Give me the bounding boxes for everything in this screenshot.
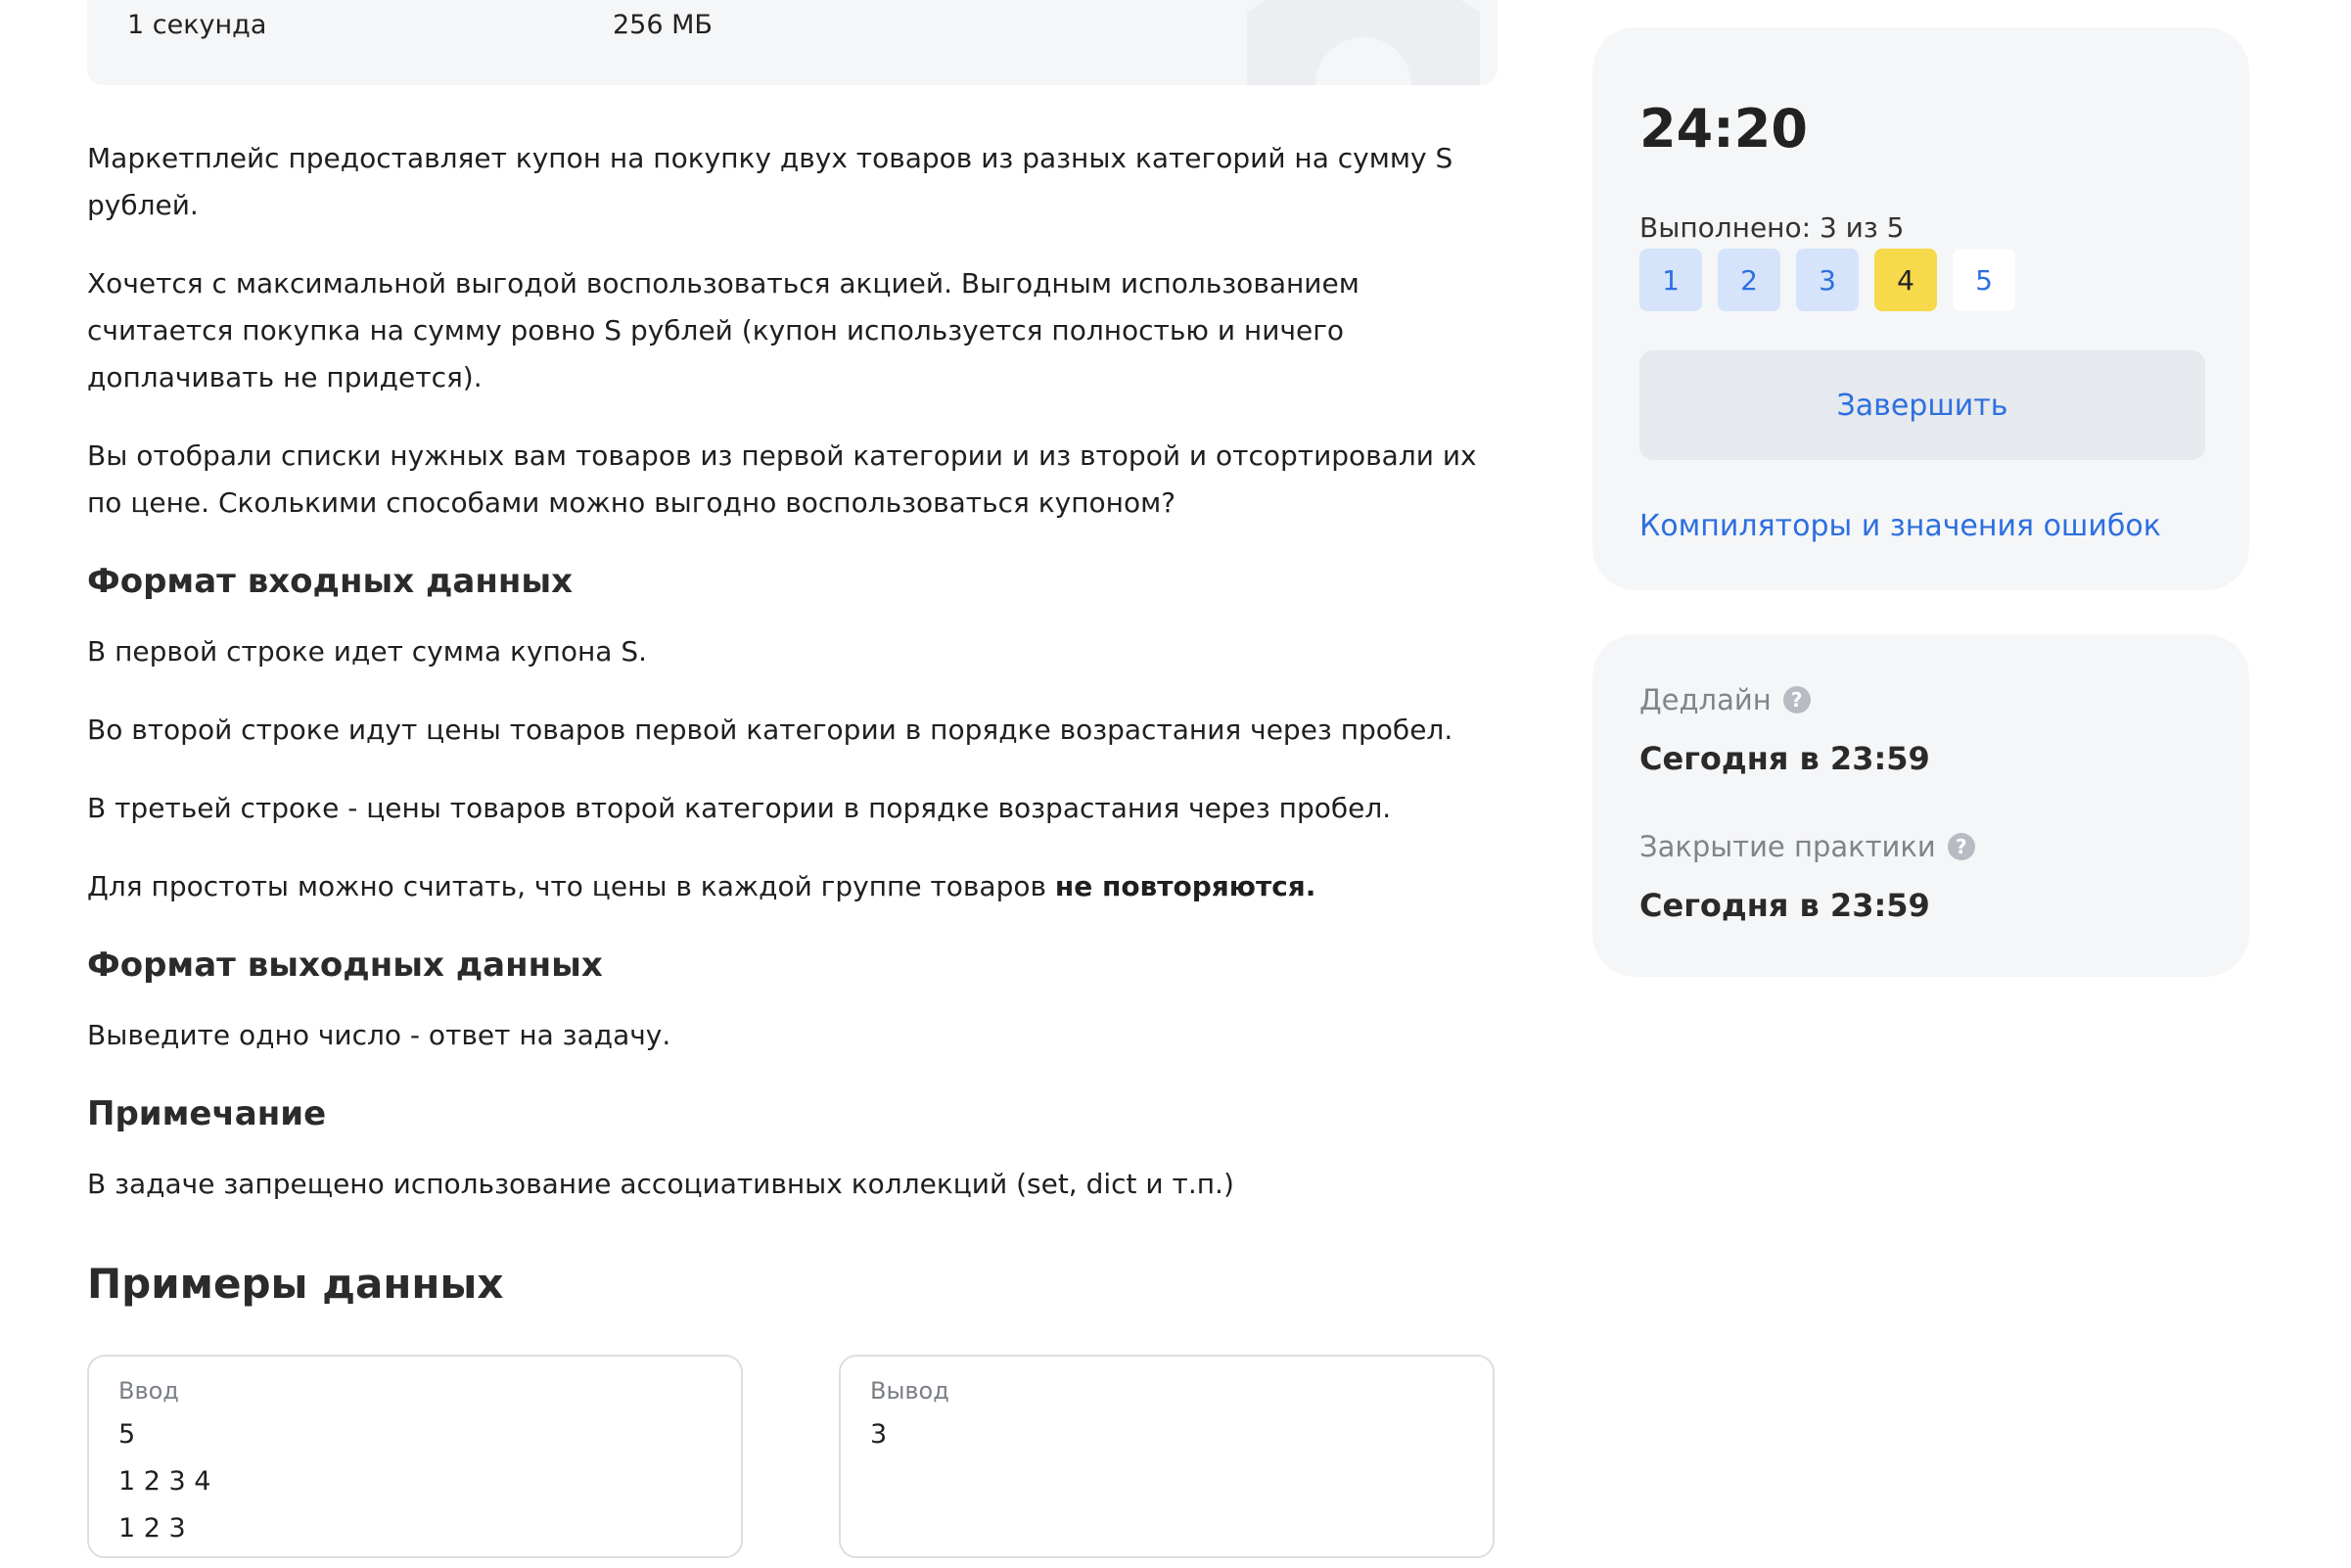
example-input-line: 5 <box>118 1419 136 1450</box>
input-format-line-4-text: Для простоты можно считать, что цены в к… <box>87 870 1055 902</box>
finish-button[interactable]: Завершить <box>1639 350 2205 460</box>
example-input-label: Ввод <box>118 1377 179 1405</box>
input-format-line-4: Для простоты можно считать, что цены в к… <box>87 863 1501 910</box>
input-format-line-1: В первой строке идет сумма купона S. <box>87 635 648 668</box>
examples-row: Ввод 5 1 2 3 4 1 2 3 Вывод 3 <box>87 1355 1501 1558</box>
task-button-4[interactable]: 4 <box>1874 249 1937 311</box>
input-format-line-2: Во второй строке идут цены товаров перво… <box>87 714 1453 746</box>
progress-text: Выполнено: 3 из 5 <box>1639 211 1905 244</box>
question-circle-icon[interactable]: ? <box>1782 686 1811 714</box>
task-button-1[interactable]: 1 <box>1639 249 1702 311</box>
input-format-heading: Формат входных данных <box>87 562 574 601</box>
contest-status-panel: 24:20 Выполнено: 3 из 5 1 2 3 4 5 Заверш… <box>1592 27 2249 590</box>
question-circle-icon[interactable]: ? <box>1947 833 1975 860</box>
decorative-illustration <box>1247 0 1480 85</box>
close-label-row: Закрытие практики ? <box>1639 830 1975 863</box>
example-input-box[interactable]: Ввод 5 1 2 3 4 1 2 3 <box>87 1355 743 1558</box>
statement-paragraph-1: Маркетплейс предоставляет купон на покуп… <box>87 142 1453 221</box>
example-output-box[interactable]: Вывод 3 <box>839 1355 1495 1558</box>
input-format-line-3: В третьей строке - цены товаров второй к… <box>87 792 1392 824</box>
output-format-line-1: Выведите одно число - ответ на задачу. <box>87 1019 671 1051</box>
note-heading: Примечание <box>87 1094 327 1133</box>
limits-block: 1 секунда 256 МБ <box>87 0 1498 85</box>
example-input-line: 1 2 3 <box>118 1513 186 1544</box>
input-format-line-4-bold: не повторяются. <box>1054 870 1316 902</box>
close-practice-value: Сегодня в 23:59 <box>1639 887 1930 924</box>
timer: 24:20 <box>1639 98 1808 160</box>
deadline-label-row: Дедлайн ? <box>1639 683 1811 716</box>
close-practice-label: Закрытие практики <box>1639 830 1936 863</box>
statement-paragraph-3: Вы отобрали списки нужных вам товаров из… <box>87 439 1477 519</box>
example-output-label: Вывод <box>870 1377 949 1405</box>
time-limit: 1 секунда <box>127 10 267 40</box>
example-input-line: 1 2 3 4 <box>118 1466 211 1497</box>
compilers-link[interactable]: Компиляторы и значения ошибок <box>1639 509 2161 543</box>
examples-heading: Примеры данных <box>87 1260 504 1308</box>
output-format-heading: Формат выходных данных <box>87 945 603 985</box>
example-output-line: 3 <box>870 1419 888 1450</box>
memory-limit: 256 МБ <box>613 10 713 40</box>
problem-statement: Маркетплейс предоставляет купон на покуп… <box>87 135 1501 1558</box>
deadline-value: Сегодня в 23:59 <box>1639 740 1930 777</box>
statement-paragraph-2: Хочется с максимальной выгодой воспользо… <box>87 267 1360 393</box>
note-line-1: В задаче запрещено использование ассоциа… <box>87 1168 1234 1200</box>
task-button-3[interactable]: 3 <box>1796 249 1859 311</box>
deadline-panel: Дедлайн ? Сегодня в 23:59 Закрытие практ… <box>1592 634 2249 977</box>
task-button-5[interactable]: 5 <box>1953 249 2015 311</box>
deadline-label: Дедлайн <box>1639 683 1772 716</box>
task-navigation: 1 2 3 4 5 <box>1639 249 2015 311</box>
task-button-2[interactable]: 2 <box>1718 249 1780 311</box>
